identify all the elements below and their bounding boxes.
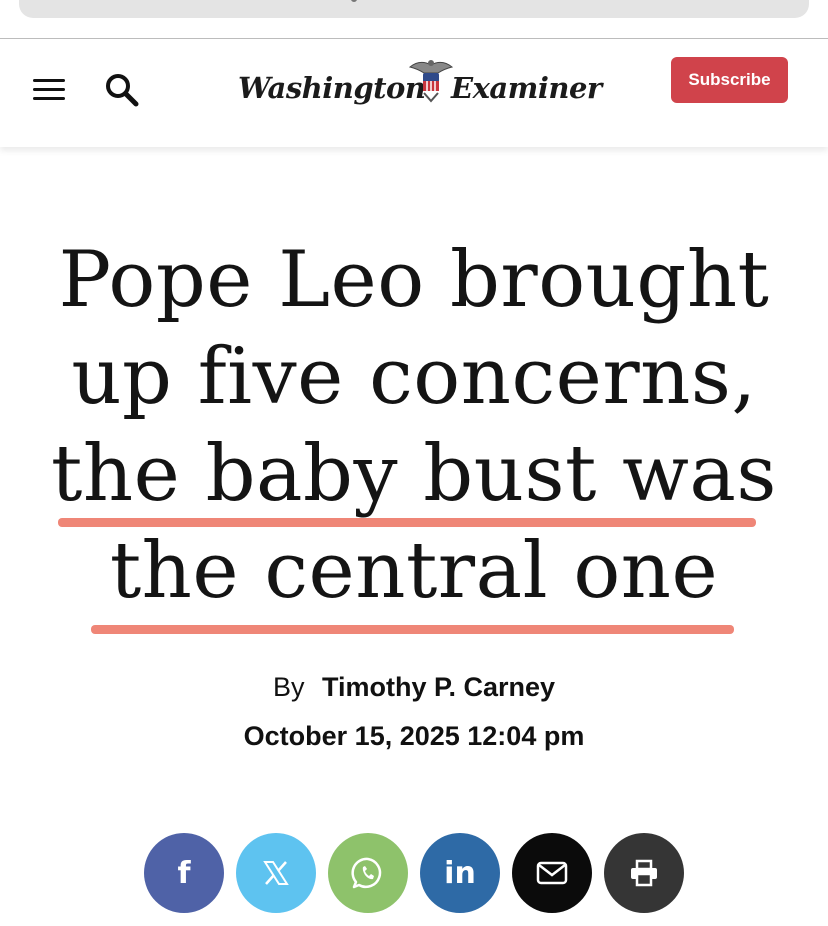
linkedin-icon: in [444, 855, 476, 891]
browser-top-bar [0, 0, 828, 39]
facebook-share-button[interactable]: f [144, 833, 224, 913]
x-icon [263, 861, 289, 885]
linkedin-share-button[interactable]: in [420, 833, 500, 913]
site-header: Washington Examiner Subscribe [0, 39, 828, 147]
byline-prefix: By [272, 672, 305, 702]
search-icon[interactable] [104, 72, 140, 108]
whatsapp-icon [351, 857, 382, 889]
subscribe-button[interactable]: Subscribe [671, 57, 788, 103]
email-share-button[interactable] [512, 833, 592, 913]
envelope-icon [536, 861, 568, 885]
headline-line-1: Pope Leo brought [58, 235, 770, 325]
author-link[interactable]: Timothy P. Carney [322, 672, 555, 702]
byline: By Timothy P. Carney [0, 672, 828, 703]
site-logo[interactable]: Washington Examiner [238, 55, 602, 115]
logo-word-right: Examiner [451, 71, 602, 105]
facebook-icon: f [177, 855, 191, 891]
headline-line-2: up five concerns, [71, 332, 757, 422]
printer-icon [631, 859, 657, 887]
article-headline: Pope Leo brought up five concerns, the b… [30, 232, 798, 620]
highlight-underline-2 [91, 625, 734, 634]
highlight-underline-1 [58, 518, 756, 527]
x-share-button[interactable] [236, 833, 316, 913]
print-button[interactable] [604, 833, 684, 913]
eagle-emblem-icon [408, 60, 454, 103]
publish-date: October 15, 2025 12:04 pm [243, 721, 585, 751]
headline-line-4: the central one [109, 526, 719, 616]
logo-word-left: Washington [238, 71, 426, 105]
headline-line-3: the baby bust was [51, 429, 777, 519]
hamburger-menu-icon[interactable] [33, 77, 65, 101]
address-indicator-icon [351, 0, 357, 2]
address-bar[interactable] [19, 0, 809, 18]
whatsapp-share-button[interactable] [328, 833, 408, 913]
